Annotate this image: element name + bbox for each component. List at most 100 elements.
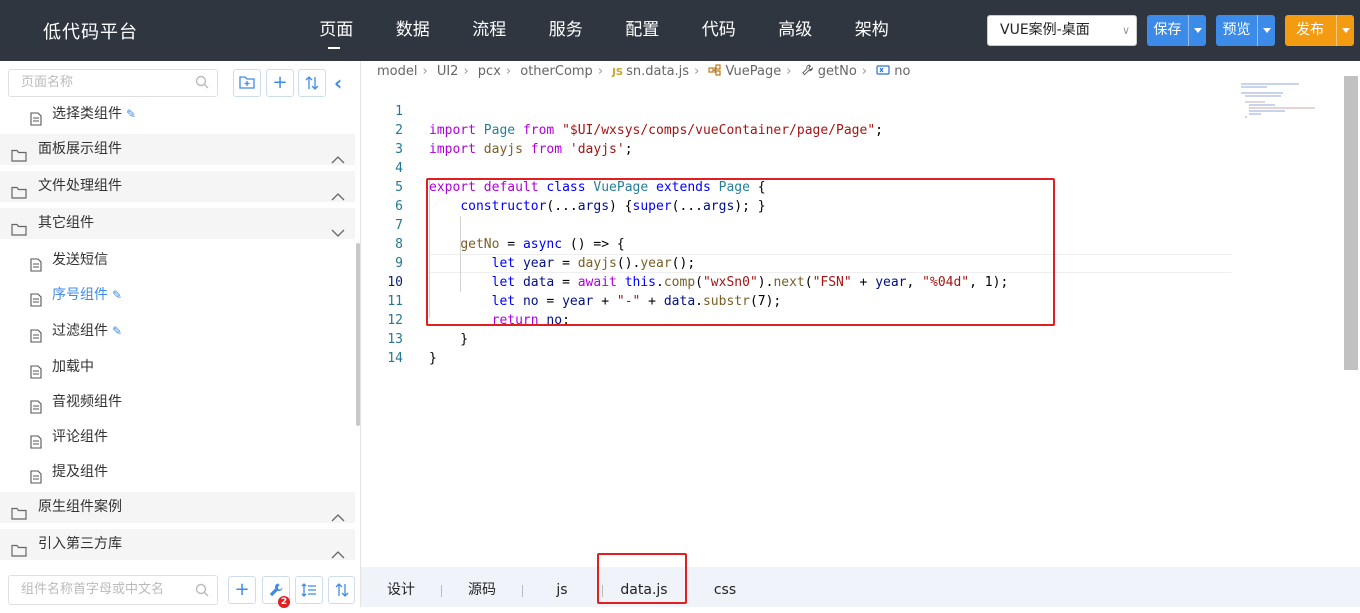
- code-line: 3: [361, 121, 1341, 157]
- add-page-button[interactable]: +: [266, 69, 294, 97]
- tab-divider: [441, 585, 442, 597]
- editor-scrollbar[interactable]: [1344, 76, 1358, 370]
- code-line: 2 import dayjs from 'dayjs';: [361, 102, 1341, 157]
- list-order-button[interactable]: [295, 576, 323, 604]
- tree-item-label: 序号组件: [52, 287, 108, 303]
- add-folder-button[interactable]: [233, 69, 261, 97]
- tab-css[interactable]: css: [704, 567, 746, 607]
- tree-item-label: 原生组件案例: [38, 499, 122, 515]
- folder-icon: [11, 186, 27, 199]
- tree-item-label: 选择类组件: [52, 106, 122, 122]
- chevron-down-icon[interactable]: [331, 229, 345, 238]
- breadcrumb-item[interactable]: sn.data.js: [626, 64, 689, 79]
- tree-item[interactable]: 序号组件 ✎: [0, 280, 355, 310]
- breadcrumb-item[interactable]: UI2: [437, 64, 459, 79]
- publish-label: 发布: [1296, 22, 1324, 38]
- nav-data[interactable]: 数据: [375, 0, 452, 61]
- breadcrumb-item[interactable]: model: [377, 64, 417, 79]
- collapse-panel-icon[interactable]: ‹: [334, 71, 342, 95]
- class-icon: [708, 64, 722, 76]
- tree-item[interactable]: 选择类组件 ✎: [0, 99, 355, 129]
- brand-title: 低代码平台: [43, 22, 138, 43]
- editor-tabs: 设计 源码 js data.js css: [361, 553, 1360, 607]
- tree-item[interactable]: 提及组件: [0, 457, 355, 487]
- file-icon: [30, 329, 42, 343]
- chevron-up-icon[interactable]: [331, 513, 345, 522]
- tree-item[interactable]: 发送短信: [0, 245, 355, 275]
- tree-group[interactable]: 面板展示组件: [0, 134, 355, 165]
- preview-dropdown-icon[interactable]: [1257, 15, 1275, 46]
- plus-icon: +: [234, 579, 250, 600]
- pencil-icon[interactable]: ✎: [112, 316, 122, 346]
- search-icon: [195, 583, 209, 597]
- tree-group[interactable]: 文件处理组件: [0, 171, 355, 202]
- tree-item-label: 音视频组件: [52, 394, 122, 410]
- chevron-up-icon[interactable]: [331, 155, 345, 164]
- nav-flow[interactable]: 流程: [451, 0, 528, 61]
- tree-item[interactable]: 评论组件: [0, 422, 355, 452]
- line-number: 14: [387, 351, 403, 366]
- chevron-up-icon[interactable]: [331, 192, 345, 201]
- nav-config[interactable]: 配置: [604, 0, 681, 61]
- code-editor[interactable]: model › UI2 › pcx › otherComp › JS sn.data.js…: [361, 61, 1360, 567]
- code-line: 4 export default class VuePage extends P…: [361, 140, 1341, 195]
- page-search-input[interactable]: 页面名称: [8, 69, 218, 97]
- tree-item-label: 评论组件: [52, 429, 108, 445]
- tree-group[interactable]: 其它组件: [0, 208, 355, 239]
- nav-advanced[interactable]: 高级: [757, 0, 834, 61]
- nav-service[interactable]: 服务: [528, 0, 605, 61]
- tree-group[interactable]: 原生组件案例: [0, 492, 355, 523]
- file-icon: [30, 112, 42, 126]
- nav-code[interactable]: 代码: [681, 0, 758, 61]
- sidebar-scrollbar[interactable]: [356, 243, 360, 426]
- wrench-icon: [801, 64, 813, 76]
- chevron-right-icon: ›: [463, 64, 469, 79]
- component-search-input[interactable]: 组件名称首字母或中文名: [8, 575, 218, 605]
- pencil-icon[interactable]: ✎: [126, 99, 136, 129]
- tree-group[interactable]: 引入第三方库: [0, 529, 355, 560]
- breadcrumb-item[interactable]: pcx: [478, 64, 501, 79]
- sort-component-button[interactable]: [328, 576, 355, 604]
- app-select-value: VUE案例-桌面: [1000, 22, 1090, 38]
- save-label: 保存: [1153, 22, 1182, 38]
- tree-item[interactable]: 音视频组件: [0, 387, 355, 417]
- tree-item-label: 引入第三方库: [38, 536, 122, 552]
- pencil-icon[interactable]: ✎: [112, 280, 122, 310]
- add-component-button[interactable]: +: [228, 576, 256, 604]
- sort-button[interactable]: [298, 69, 326, 97]
- breadcrumb-item[interactable]: VuePage: [726, 64, 782, 79]
- folder-add-icon: [239, 76, 255, 89]
- tree-item[interactable]: 加载中: [0, 352, 355, 382]
- tree-item[interactable]: 过滤组件 ✎: [0, 316, 355, 346]
- tab-source[interactable]: 源码: [456, 567, 508, 607]
- tab-divider: [522, 585, 523, 597]
- file-icon: [30, 400, 42, 414]
- save-dropdown-icon[interactable]: [1188, 15, 1206, 46]
- nav-page[interactable]: 页面: [298, 0, 375, 61]
- save-button[interactable]: 保存: [1147, 15, 1206, 46]
- code-minimap[interactable]: [1239, 81, 1319, 121]
- publish-button[interactable]: 发布: [1285, 15, 1354, 46]
- code-line: 5 constructor(...args) {super(...args); …: [361, 159, 1341, 214]
- breadcrumb-item[interactable]: no: [894, 64, 910, 79]
- js-file-icon: JS: [612, 67, 624, 78]
- preview-label: 预览: [1222, 22, 1251, 38]
- tree-item-label: 提及组件: [52, 464, 108, 480]
- breadcrumb: model › UI2 › pcx › otherComp › JS sn.data.js…: [377, 64, 910, 79]
- breadcrumb-item[interactable]: getNo: [818, 64, 857, 79]
- tree-item-label: 过滤组件: [52, 323, 108, 339]
- file-icon: [30, 365, 42, 379]
- chevron-right-icon: ›: [597, 64, 604, 79]
- tab-js[interactable]: js: [541, 567, 583, 607]
- app-select[interactable]: VUE案例-桌面 ∨: [987, 15, 1137, 46]
- nav-architecture[interactable]: 架构: [834, 0, 911, 61]
- chevron-up-icon[interactable]: [331, 550, 345, 559]
- file-icon: [30, 470, 42, 484]
- folder-icon: [11, 149, 27, 162]
- publish-dropdown-icon[interactable]: [1336, 15, 1354, 46]
- breadcrumb-item[interactable]: otherComp: [520, 64, 593, 79]
- tab-design[interactable]: 设计: [375, 567, 427, 607]
- chevron-right-icon: ›: [505, 64, 512, 79]
- tree-item-label: 面板展示组件: [38, 141, 122, 157]
- preview-button[interactable]: 预览: [1216, 15, 1275, 46]
